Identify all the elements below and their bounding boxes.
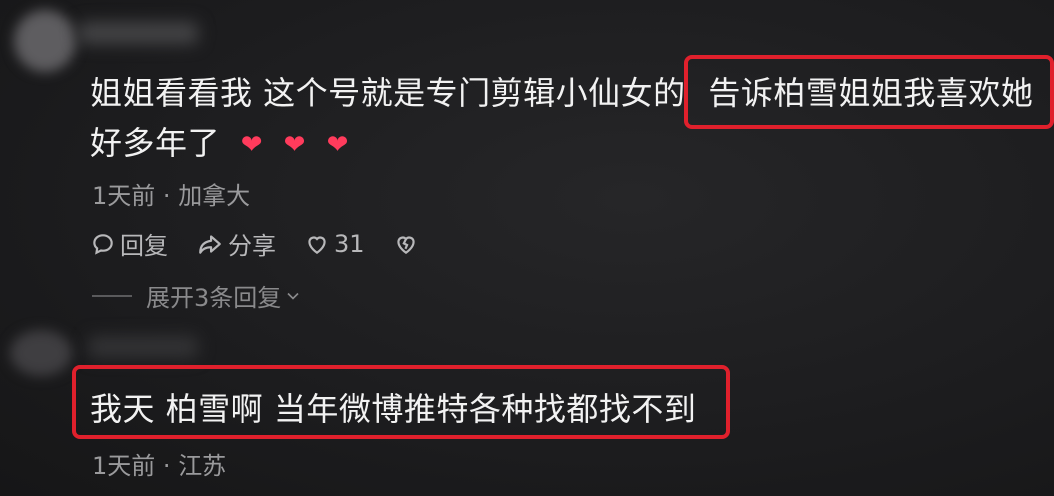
comment-actions: 回复 分享 31 [90,226,451,261]
comment-time: 1天前 [92,182,156,210]
username-blurred[interactable] [78,22,198,44]
username-blurred[interactable] [88,336,198,358]
comment-location: 加拿大 [178,182,251,210]
comment-text-part: 好多年了 [90,124,221,162]
chat-bubble-icon [93,233,113,255]
share-label: 分享 [228,232,276,260]
heart-icon: ❤ [240,130,263,160]
avatar[interactable] [10,330,72,376]
dislike-button[interactable] [393,231,423,257]
share-button[interactable]: 分享 [196,226,276,261]
heart-icon: ❤ [326,130,349,160]
reply-label: 回复 [120,232,168,260]
comment-text-part: 姐姐看看我 这个号就是专门剪辑小仙女的 [90,74,686,112]
comment-meta: 1天前 · 加拿大 [92,176,250,211]
avatar[interactable] [14,10,76,72]
like-button[interactable]: 31 [304,230,365,258]
like-count: 31 [334,229,365,258]
highlight-box [684,55,1054,129]
expand-replies-button[interactable]: 展开3条回复 [92,278,303,313]
comment-location: 江苏 [178,452,227,480]
separator-dot: · [162,452,179,480]
hearts-emoji: ❤ ❤ ❤ [241,118,359,170]
divider-line [92,294,132,297]
expand-replies-label: 展开3条回复 [146,284,282,312]
reply-button[interactable]: 回复 [90,226,168,261]
heart-outline-icon [308,236,326,254]
chevron-down-icon [287,292,299,300]
heart-icon: ❤ [283,130,306,160]
comment-text-line: 好多年了 ❤ ❤ ❤ [90,118,359,170]
broken-heart-icon [396,236,415,254]
separator-dot: · [162,182,179,210]
comment-section: 姐姐看看我 这个号就是专门剪辑小仙女的 告诉柏雪姐姐我喜欢她 好多年了 ❤ ❤ … [0,0,1054,496]
share-arrow-icon [199,234,221,254]
highlight-box [72,365,730,439]
comment-time: 1天前 [92,452,156,480]
comment-meta: 1天前 · 江苏 [92,446,226,481]
